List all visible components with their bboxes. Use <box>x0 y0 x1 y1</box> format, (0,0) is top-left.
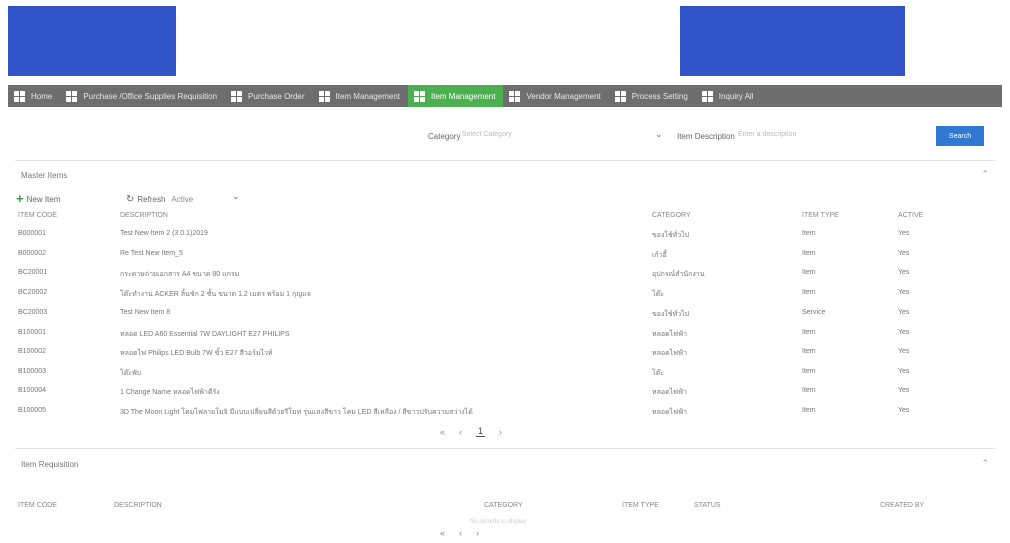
filter-bar: Category Select Category ⌄ Item Descript… <box>0 125 1010 149</box>
grid-icon <box>231 90 243 102</box>
grid-icon <box>14 90 25 102</box>
nav-item-label: Purchase /Office Supplies Requisition <box>83 91 218 101</box>
table-row[interactable]: B100005 3D The Moon Light โคมไฟลายโมจิ ม… <box>18 407 978 423</box>
panel-title: Master Items <box>21 171 68 180</box>
nav-item-label: Item Management <box>335 91 400 101</box>
refresh-icon: ↻ <box>126 193 135 205</box>
item-description-label: Item Description <box>677 132 735 141</box>
nav-item-label: Inquiry All <box>718 91 754 101</box>
master-pagination: « ‹ 1 › <box>440 426 516 437</box>
brand-logo-left <box>8 6 176 76</box>
chevron-down-icon[interactable]: ⌄ <box>655 129 663 140</box>
nav-item-process-setting[interactable]: Process Setting <box>609 85 696 107</box>
active-filter[interactable]: Active <box>171 195 193 204</box>
nav-item-label: Vendor Management <box>526 91 601 101</box>
table-row[interactable]: B000001 Test New Item 2 (3.0.1)2019 ของใ… <box>18 230 978 246</box>
page-number[interactable]: 1 <box>476 426 486 437</box>
chevron-down-icon[interactable]: ⌄ <box>232 191 240 202</box>
requisition-table-header: ITEM CODE DESCRIPTION CATEGORY ITEM TYPE… <box>18 502 978 514</box>
panel-title: Item Requisition <box>21 460 79 469</box>
nav-item-purchase-requisition[interactable]: Purchase /Office Supplies Requisition <box>60 85 225 107</box>
table-row[interactable]: BC20002 โต๊ะทำงาน ACKER ลิ้นชัก 2 ชั้น ข… <box>18 289 978 305</box>
master-toolbar: + New Item ↻ Refresh Active ⌄ <box>16 191 240 206</box>
chevron-up-icon[interactable]: ⌃ <box>981 458 989 469</box>
column-header[interactable]: DESCRIPTION <box>114 502 162 509</box>
table-row[interactable]: B100004 1 Change Name หลอดไฟฟ้าดีรัง หลอ… <box>18 387 978 403</box>
nav-item-label: Process Setting <box>631 91 688 101</box>
column-header[interactable]: STATUS <box>694 502 721 509</box>
new-item-button[interactable]: + New Item <box>16 191 60 206</box>
chevron-up-icon[interactable]: ⌃ <box>981 169 989 180</box>
table-row[interactable]: BC20001 กระดาษถ่ายเอกสาร A4 ขนาด 80 แกรม… <box>18 269 978 285</box>
top-navigation: Home Purchase /Office Supplies Requisiti… <box>8 85 1002 107</box>
search-button[interactable]: Search <box>936 126 984 146</box>
grid-icon <box>414 90 425 102</box>
table-row[interactable]: B100001 หลอด LED A60 Essential 7W DAYLIG… <box>18 329 978 345</box>
grid-icon <box>509 90 521 102</box>
table-row[interactable]: BC20003 Test New Item 8 ของใช้ทั่วไป Ser… <box>18 309 978 325</box>
column-header[interactable]: ITEM TYPE <box>802 212 839 219</box>
item-description-input[interactable]: Enter a description <box>738 131 796 138</box>
nav-item-vendor-management[interactable]: Vendor Management <box>503 85 608 107</box>
column-header[interactable]: ITEM CODE <box>18 502 57 509</box>
grid-icon <box>614 90 626 102</box>
column-header[interactable]: CATEGORY <box>484 502 523 509</box>
table-row[interactable]: B100003 โต๊ะพับ โต๊ะ Item Yes <box>18 368 978 384</box>
nav-item-item-management[interactable]: Item Management <box>313 85 408 107</box>
nav-item-purchase-order[interactable]: Purchase Order <box>225 85 312 107</box>
category-select[interactable]: Select Category <box>462 131 512 138</box>
table-row[interactable]: B100002 หลอดไฟ Philips LED Bulb 7W ขั้ว … <box>18 348 978 364</box>
next-page-button[interactable]: › <box>499 427 502 437</box>
column-header[interactable]: ACTIVE <box>898 212 923 219</box>
grid-icon <box>66 90 78 102</box>
refresh-button[interactable]: ↻ Refresh Active <box>126 194 193 205</box>
master-table-header: ITEM CODE DESCRIPTION CATEGORY ITEM TYPE… <box>18 212 978 224</box>
table-row[interactable]: B000002 Re Test New Item_5 เก้าอี้ Item … <box>18 250 978 266</box>
prev-page-button[interactable]: ‹ <box>459 528 462 538</box>
column-header[interactable]: CATEGORY <box>652 212 691 219</box>
prev-page-button[interactable]: ‹ <box>459 427 462 437</box>
category-label: Category <box>428 132 461 141</box>
empty-message: No records to display <box>470 519 527 525</box>
column-header[interactable]: ITEM CODE <box>18 212 57 219</box>
nav-item-label: Home <box>31 91 53 101</box>
grid-icon <box>701 90 713 102</box>
next-page-button[interactable]: › <box>476 528 479 538</box>
column-header[interactable]: DESCRIPTION <box>120 212 168 219</box>
brand-logo-right <box>680 6 905 76</box>
nav-item-inquiry-all[interactable]: Inquiry All <box>696 85 762 107</box>
first-page-button[interactable]: « <box>440 427 445 437</box>
column-header[interactable]: CREATED BY <box>880 502 924 509</box>
nav-item-label: Item Management <box>431 91 496 101</box>
nav-item-home[interactable]: Home <box>8 85 60 107</box>
item-requisition-panel: Item Requisition ⌃ <box>15 448 995 543</box>
grid-icon <box>318 90 330 102</box>
nav-item-item-management-active[interactable]: Item Management <box>408 85 504 107</box>
column-header[interactable]: ITEM TYPE <box>622 502 659 509</box>
requisition-pagination: « ‹ › <box>440 528 493 538</box>
nav-item-label: Purchase Order <box>248 91 305 101</box>
first-page-button[interactable]: « <box>440 528 445 538</box>
plus-icon: + <box>16 191 24 206</box>
